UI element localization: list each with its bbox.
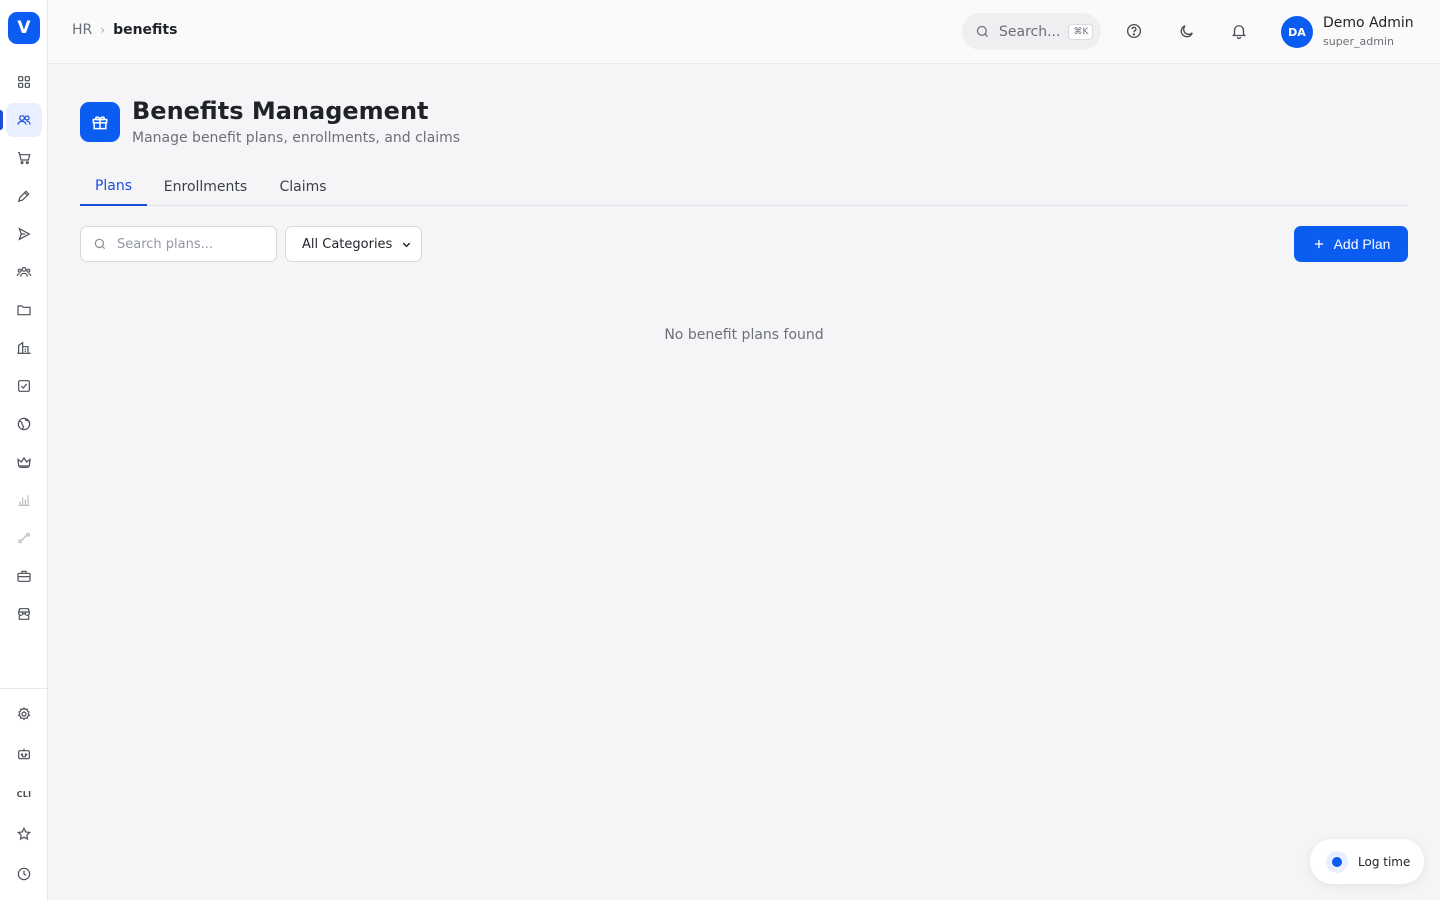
breadcrumb-current: benefits: [113, 22, 178, 38]
send-icon: [18, 227, 31, 241]
app-logo[interactable]: V: [8, 12, 40, 44]
sidebar-item-cli[interactable]: CLI: [6, 777, 42, 811]
gift-icon: [92, 116, 108, 130]
bar-chart-icon: [18, 495, 30, 506]
user-name[interactable]: Demo Admin: [1323, 15, 1414, 31]
sidebar-item-store[interactable]: [6, 597, 42, 631]
breadcrumb-root[interactable]: HR: [72, 22, 92, 38]
theme-toggle-button[interactable]: [1176, 20, 1198, 42]
tab-enrollments[interactable]: Enrollments: [157, 168, 254, 206]
avatar[interactable]: DA: [1281, 16, 1313, 48]
log-time-label: Log time: [1358, 854, 1411, 869]
sidebar-item-settings[interactable]: [6, 697, 42, 731]
sidebar-item-dashboard[interactable]: [6, 65, 42, 99]
sidebar-item-hr[interactable]: [6, 103, 42, 137]
notifications-button[interactable]: [1228, 20, 1250, 42]
tab-plans[interactable]: Plans: [80, 168, 147, 206]
category-select-value: All Categories: [302, 236, 393, 252]
sidebar-item-premium[interactable]: [6, 445, 42, 479]
chevron-down-icon: [402, 242, 411, 248]
global-search[interactable]: Search... ⌘K: [962, 13, 1101, 50]
top-header: HR › benefits Search... ⌘K DA Demo Admin…: [48, 0, 1440, 64]
users-icon: [17, 115, 31, 125]
gear-icon: [17, 707, 31, 721]
sidebar-item-jobs[interactable]: [6, 559, 42, 593]
page-subtitle: Manage benefit plans, enrollments, and c…: [132, 130, 461, 146]
checkbox-icon: [18, 380, 30, 392]
plan-search-box: [80, 226, 277, 262]
sidebar-active-indicator: [0, 110, 3, 130]
help-button[interactable]: [1123, 20, 1145, 42]
sidebar-item-marketing[interactable]: [6, 217, 42, 251]
sidebar-item-content[interactable]: [6, 179, 42, 213]
plan-search-input[interactable]: [117, 236, 267, 252]
cart-icon: [18, 152, 31, 165]
building-icon: [17, 341, 31, 354]
sidebar-item-favorites[interactable]: [6, 817, 42, 851]
tab-claims[interactable]: Claims: [272, 168, 334, 206]
chevron-right-icon: ›: [100, 23, 106, 37]
user-role: super_admin: [1323, 35, 1394, 48]
search-icon: [976, 25, 988, 37]
global-search-placeholder: Search...: [999, 23, 1061, 40]
store-icon: [18, 608, 30, 620]
page-title: Benefits Management: [132, 97, 429, 125]
sidebar-item-analytics[interactable]: [6, 483, 42, 517]
pen-icon: [17, 190, 30, 203]
sidebar-item-organization[interactable]: [6, 331, 42, 365]
app-logo-letter: V: [17, 18, 31, 38]
help-icon: [1126, 23, 1142, 39]
tab-bar: Plans Enrollments Claims: [80, 168, 1408, 206]
sidebar-item-global[interactable]: [6, 407, 42, 441]
search-shortcut-badge: ⌘K: [1068, 23, 1094, 40]
sidebar-item-history[interactable]: [6, 857, 42, 891]
empty-state-message: No benefit plans found: [664, 327, 824, 343]
plus-icon: [1314, 239, 1323, 249]
sidebar-divider: [0, 688, 48, 689]
bell-icon: [1232, 25, 1246, 40]
category-select[interactable]: All Categories: [285, 226, 422, 262]
star-icon: [17, 826, 31, 841]
sidebar: V CLI: [0, 0, 48, 900]
breadcrumb: HR › benefits: [72, 22, 177, 38]
sidebar-item-files[interactable]: [6, 293, 42, 327]
moon-icon: [1180, 25, 1193, 38]
sidebar-item-tasks[interactable]: [6, 369, 42, 403]
team-icon: [16, 266, 32, 277]
folder-icon: [17, 305, 31, 316]
clock-icon: [17, 867, 31, 881]
sidebar-item-commerce[interactable]: [6, 141, 42, 175]
dashboard-grid-icon: [18, 76, 30, 88]
log-time-button[interactable]: Log time: [1310, 839, 1424, 884]
briefcase-icon: [17, 570, 31, 582]
cli-icon: CLI: [16, 789, 32, 799]
crown-icon: [17, 456, 31, 468]
route-icon: [18, 532, 30, 544]
globe-icon: [17, 417, 31, 431]
bot-icon: [18, 748, 30, 760]
sidebar-item-team[interactable]: [6, 255, 42, 289]
timer-icon: [1326, 850, 1348, 873]
search-icon: [94, 238, 106, 250]
add-plan-button[interactable]: Add Plan: [1294, 226, 1408, 262]
sidebar-item-assistant[interactable]: [6, 737, 42, 771]
add-plan-label: Add Plan: [1333, 236, 1391, 252]
page-icon: [80, 102, 120, 142]
sidebar-item-workflows[interactable]: [6, 521, 42, 555]
